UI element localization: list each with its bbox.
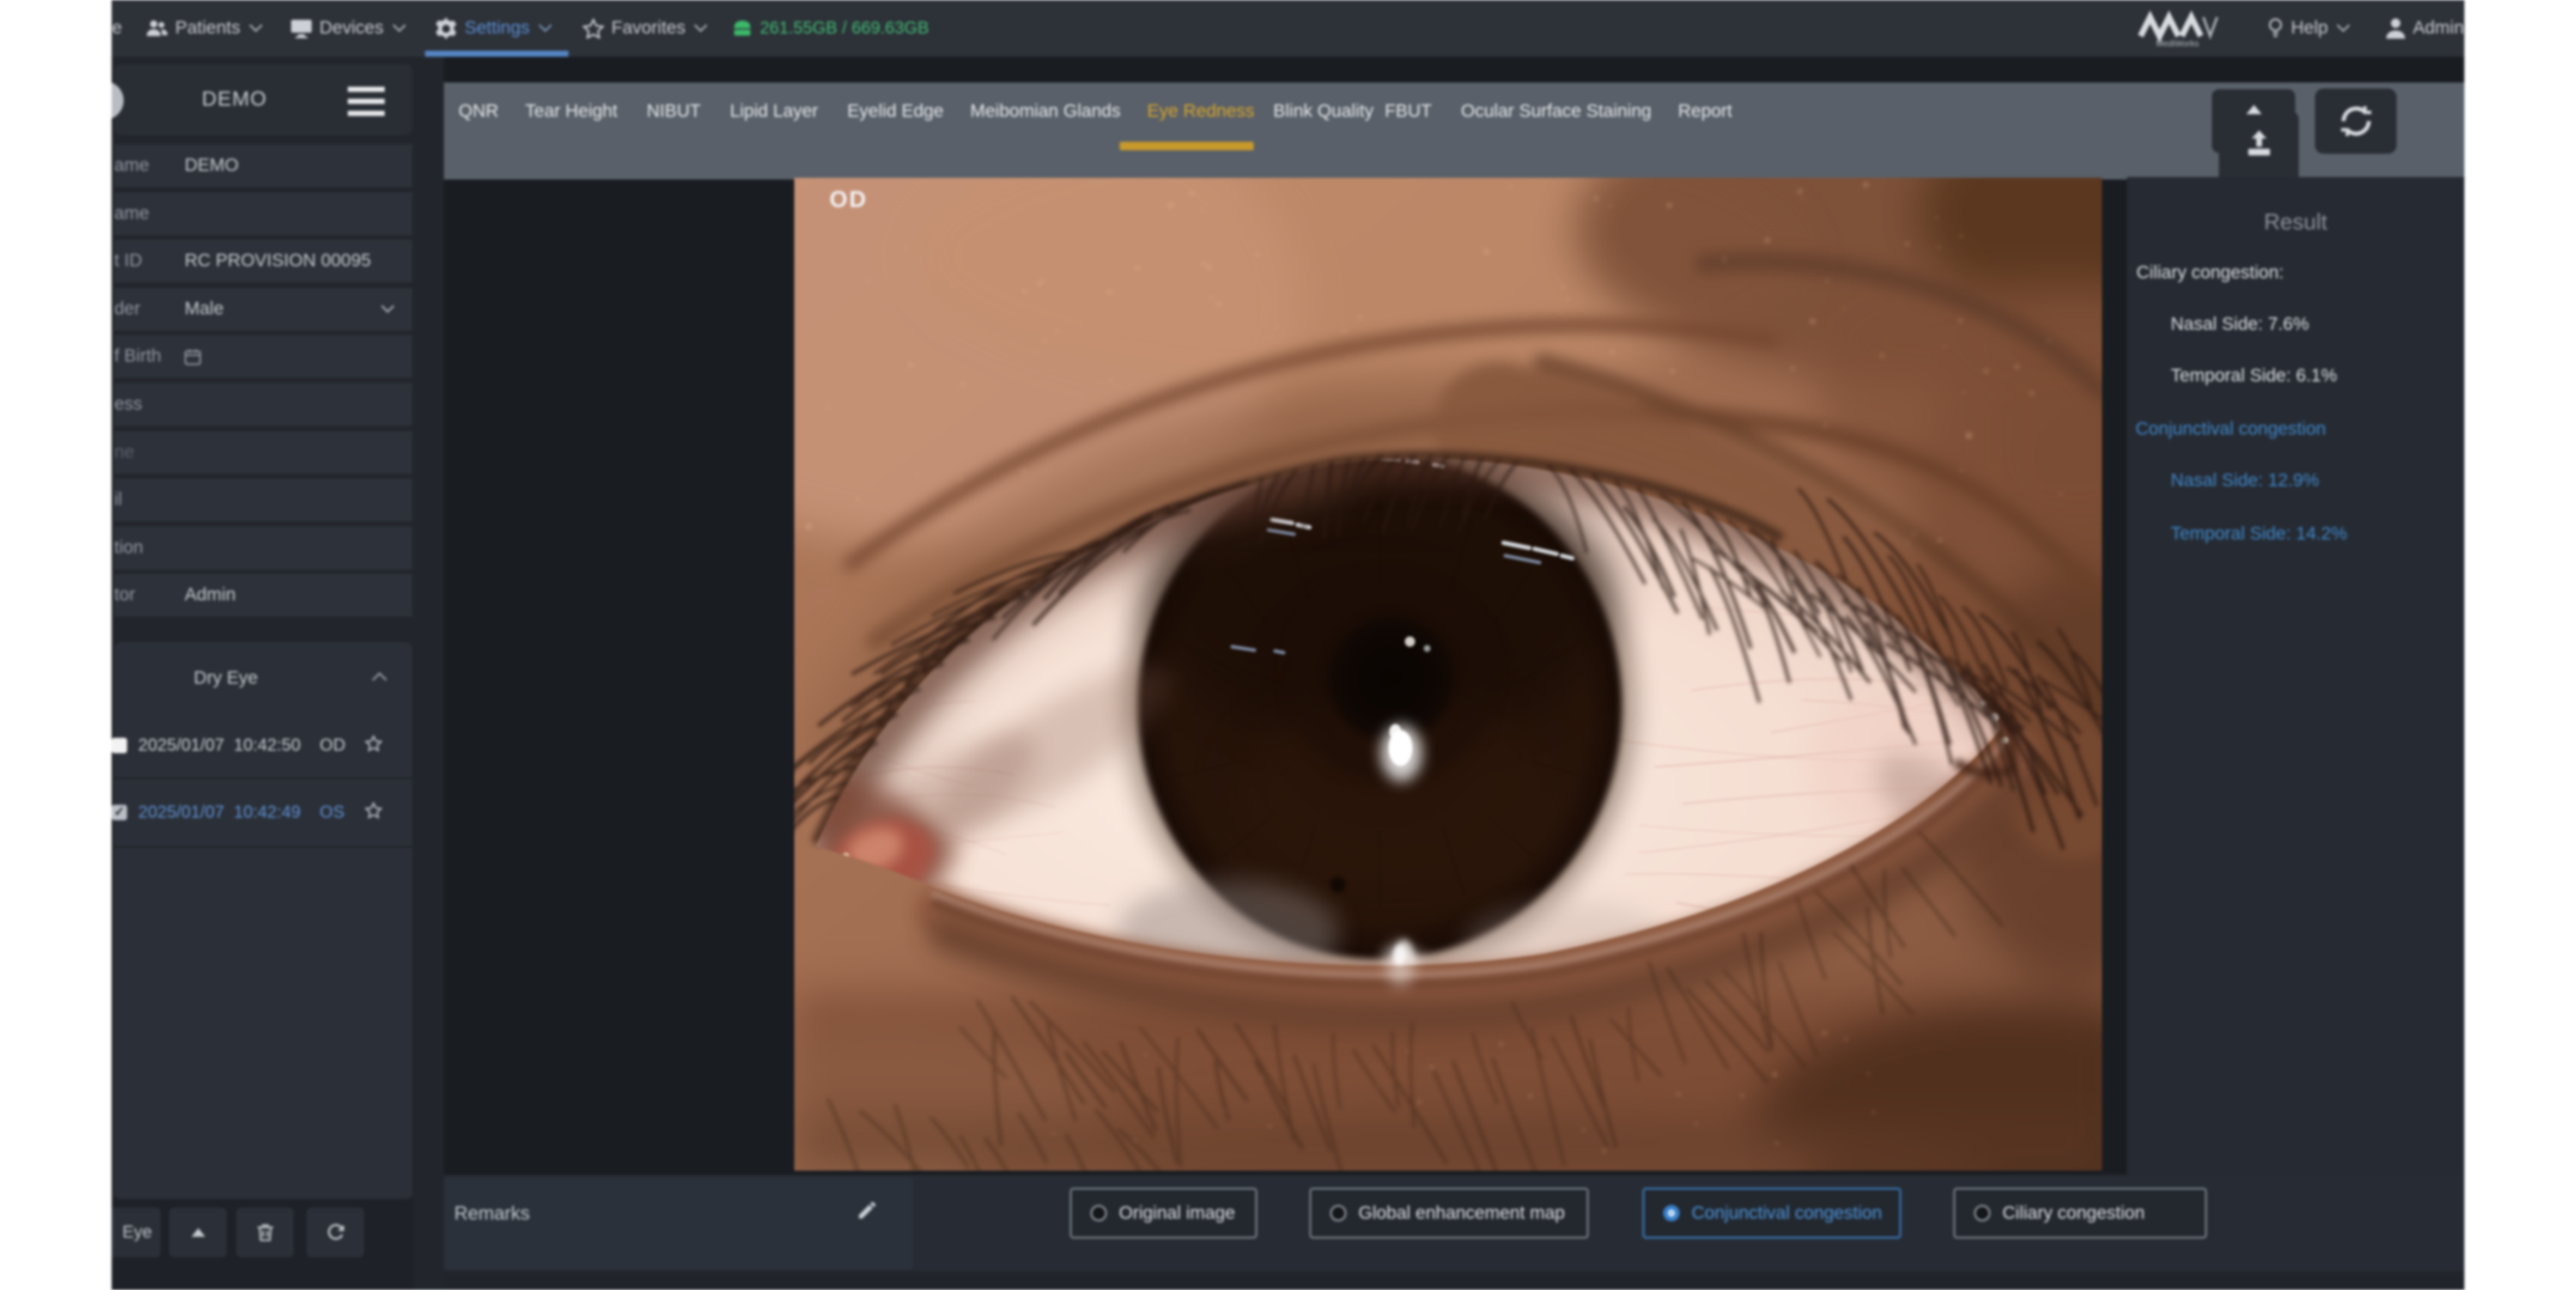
svg-text:MediWorks: MediWorks (2156, 40, 2199, 48)
